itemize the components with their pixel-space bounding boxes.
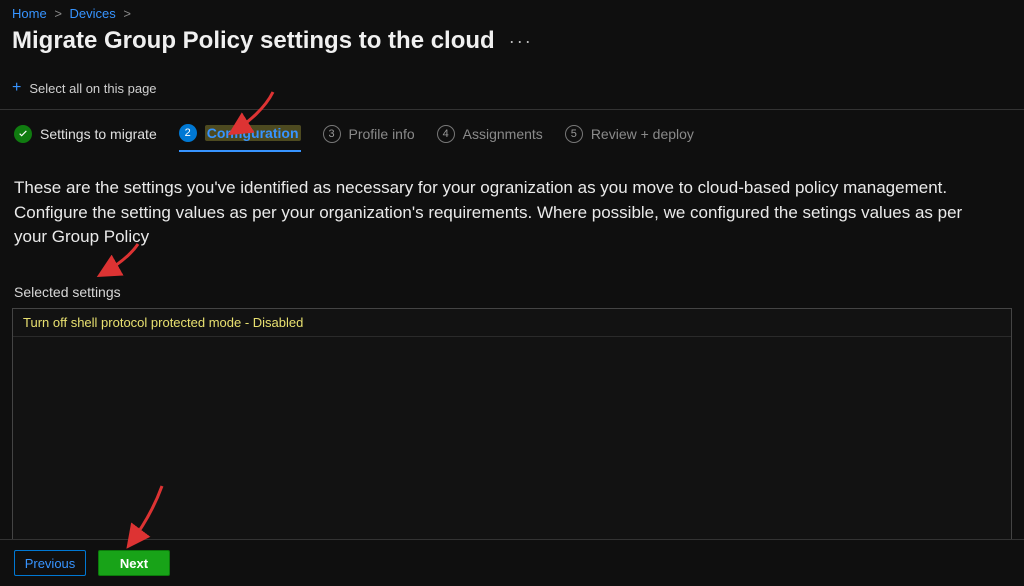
previous-button[interactable]: Previous (14, 550, 86, 576)
selected-settings-list[interactable]: Turn off shell protocol protected mode -… (12, 308, 1012, 546)
select-all-button[interactable]: + Select all on this page (12, 79, 157, 97)
step-profile-info[interactable]: 3 Profile info (323, 125, 415, 151)
plus-icon: + (12, 79, 21, 97)
more-menu-button[interactable]: ··· (509, 31, 533, 52)
toolbar: + Select all on this page (0, 69, 1024, 110)
step-label: Profile info (349, 126, 415, 142)
step-description: These are the settings you've identified… (0, 152, 1000, 250)
page-title-row: Migrate Group Policy settings to the clo… (0, 23, 1024, 69)
step-settings-to-migrate[interactable]: Settings to migrate (14, 125, 157, 151)
page-title: Migrate Group Policy settings to the clo… (12, 27, 495, 55)
step-configuration[interactable]: 2 Configuration (179, 124, 301, 152)
step-number-icon: 3 (323, 125, 341, 143)
list-item[interactable]: Turn off shell protocol protected mode -… (13, 309, 1011, 337)
selected-settings-label: Selected settings (0, 250, 1024, 304)
step-label: Review + deploy (591, 126, 694, 142)
step-label: Settings to migrate (40, 126, 157, 142)
step-label: Configuration (205, 125, 301, 141)
wizard-footer: Previous Next (0, 539, 1024, 586)
select-all-label: Select all on this page (29, 81, 156, 96)
chevron-right-icon: > (123, 6, 131, 21)
breadcrumb-home[interactable]: Home (12, 6, 47, 21)
step-number-icon: 2 (179, 124, 197, 142)
step-assignments[interactable]: 4 Assignments (437, 125, 543, 151)
next-button[interactable]: Next (98, 550, 170, 576)
step-review-deploy[interactable]: 5 Review + deploy (565, 125, 694, 151)
step-label: Assignments (463, 126, 543, 142)
chevron-right-icon: > (54, 6, 62, 21)
breadcrumb-devices[interactable]: Devices (70, 6, 116, 21)
checkmark-icon (14, 125, 32, 143)
step-number-icon: 5 (565, 125, 583, 143)
step-number-icon: 4 (437, 125, 455, 143)
breadcrumbs: Home > Devices > (0, 0, 1024, 23)
wizard-steps: Settings to migrate 2 Configuration 3 Pr… (0, 110, 1024, 152)
